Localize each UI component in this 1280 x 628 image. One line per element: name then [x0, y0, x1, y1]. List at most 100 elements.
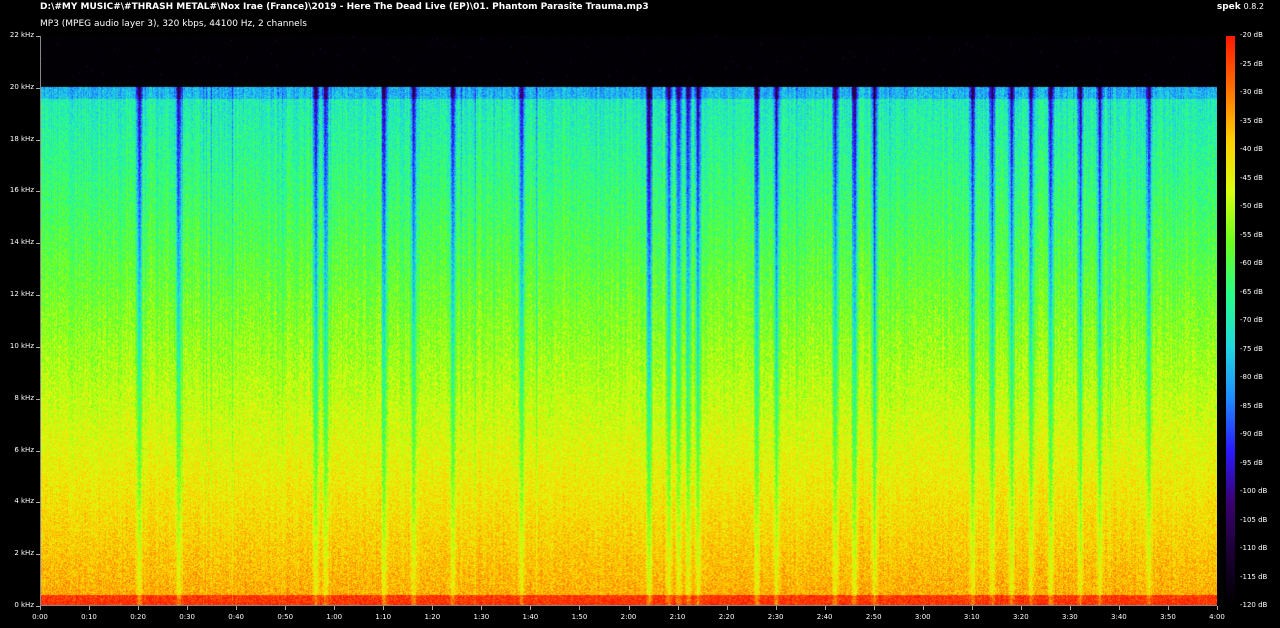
time-tick-label: 1:30 — [473, 613, 490, 621]
time-tick-mark — [1069, 606, 1071, 610]
time-tick-label: 0:40 — [228, 613, 245, 621]
time-tick-label: 2:30 — [767, 613, 784, 621]
time-tick-label: 2:20 — [718, 613, 735, 621]
time-tick-label: 1:50 — [571, 613, 588, 621]
time-tick-mark — [1118, 606, 1120, 610]
time-tick-label: 0:30 — [179, 613, 195, 621]
frequency-tick-mark — [36, 87, 40, 89]
app-version: 0.8.2 — [1243, 2, 1264, 11]
frequency-tick-label: 6 kHz — [14, 445, 34, 454]
frequency-tick-label: 16 kHz — [9, 186, 34, 195]
stream-info: MP3 (MPEG audio layer 3), 320 kbps, 4410… — [40, 19, 307, 29]
time-tick-label: 3:00 — [914, 613, 931, 621]
frequency-tick-mark — [36, 502, 40, 504]
time-tick-mark — [1020, 606, 1022, 610]
file-path-title: D:\#MY MUSIC#\#THRASH METAL#\Nox Irae (F… — [40, 2, 649, 12]
app-brand: spek 0.8.2 — [1217, 2, 1264, 12]
time-tick-mark — [89, 606, 91, 610]
time-tick-mark — [726, 606, 728, 610]
db-tick-label: -30 dB — [1240, 88, 1263, 96]
db-tick-label: -50 dB — [1240, 202, 1263, 210]
db-tick-label: -115 dB — [1240, 572, 1268, 581]
db-tick-label: -75 dB — [1240, 344, 1263, 353]
db-tick-label: -70 dB — [1240, 316, 1263, 324]
frequency-tick-mark — [36, 295, 40, 297]
app-name: spek — [1216, 2, 1241, 12]
time-tick-mark — [1217, 606, 1218, 610]
time-tick-mark — [432, 606, 434, 610]
time-tick-label: 1:20 — [424, 613, 441, 621]
frequency-tick-mark — [36, 346, 40, 348]
frequency-tick-mark — [36, 554, 40, 556]
time-tick-label: 3:10 — [963, 613, 980, 621]
frequency-tick-label: 20 kHz — [9, 82, 34, 91]
frequency-tick-label: 0 kHz — [14, 601, 34, 609]
frequency-tick-label: 12 kHz — [9, 290, 34, 299]
time-tick-label: 4:00 — [1209, 613, 1225, 621]
db-tick-label: -65 dB — [1240, 287, 1263, 296]
time-tick-mark — [138, 606, 140, 610]
time-tick-mark — [334, 606, 336, 610]
db-tick-label: -100 dB — [1240, 487, 1268, 495]
time-tick-mark — [481, 606, 483, 610]
time-tick-label: 0:50 — [277, 613, 294, 621]
frequency-tick-mark — [36, 450, 40, 452]
db-tick-label: -110 dB — [1240, 544, 1268, 552]
db-tick-label: -105 dB — [1240, 515, 1268, 524]
db-tick-label: -25 dB — [1240, 59, 1263, 68]
frequency-tick-label: 14 kHz — [9, 238, 34, 247]
db-tick-label: -120 dB — [1240, 601, 1268, 609]
time-tick-mark — [530, 606, 532, 610]
time-tick-mark — [824, 606, 826, 610]
time-tick-mark — [579, 606, 581, 610]
time-tick-label: 0:10 — [81, 613, 97, 621]
frequency-tick-mark — [36, 36, 40, 37]
time-tick-mark — [873, 606, 875, 610]
time-tick-label: 1:00 — [326, 613, 343, 621]
spectrogram-plot[interactable] — [40, 36, 1217, 606]
db-tick-label: -20 dB — [1240, 31, 1263, 39]
frequency-tick-label: 22 kHz — [9, 31, 34, 39]
frequency-tick-mark — [36, 139, 40, 141]
frequency-tick-label: 4 kHz — [14, 497, 34, 506]
time-tick-mark — [40, 606, 41, 610]
time-tick-label: 2:40 — [816, 613, 833, 621]
frequency-tick-label: 8 kHz — [14, 393, 34, 402]
time-tick-mark — [628, 606, 630, 610]
time-tick-label: 3:50 — [1160, 613, 1176, 621]
time-tick-label: 1:10 — [375, 613, 392, 621]
db-tick-label: -60 dB — [1240, 259, 1263, 267]
time-tick-mark — [971, 606, 973, 610]
time-tick-label: 3:40 — [1111, 613, 1127, 621]
time-tick-label: 2:50 — [865, 613, 882, 621]
time-tick-mark — [285, 606, 287, 610]
time-tick-label: 2:00 — [620, 613, 637, 621]
time-tick-mark — [236, 606, 238, 610]
time-tick-label: 1:40 — [522, 613, 539, 621]
db-color-scale — [1226, 36, 1235, 606]
time-tick-label: 3:20 — [1012, 613, 1029, 621]
time-tick-mark — [922, 606, 924, 610]
db-tick-label: -55 dB — [1240, 230, 1263, 239]
frequency-tick-mark — [36, 191, 40, 193]
db-tick-label: -35 dB — [1240, 116, 1263, 125]
frequency-tick-label: 10 kHz — [9, 341, 34, 350]
time-tick-mark — [383, 606, 385, 610]
db-tick-label: -90 dB — [1240, 430, 1263, 438]
time-tick-label: 0:00 — [32, 613, 48, 621]
time-tick-label: 3:30 — [1062, 613, 1078, 621]
db-tick-label: -95 dB — [1240, 458, 1263, 467]
time-tick-mark — [677, 606, 679, 610]
time-tick-mark — [775, 606, 777, 610]
db-tick-label: -80 dB — [1240, 373, 1263, 381]
frequency-tick-mark — [36, 398, 40, 400]
db-tick-label: -40 dB — [1240, 145, 1263, 153]
db-tick-label: -45 dB — [1240, 173, 1263, 182]
time-tick-mark — [1167, 606, 1169, 610]
time-tick-mark — [187, 606, 189, 610]
time-tick-label: 2:10 — [669, 613, 686, 621]
db-tick-label: -85 dB — [1240, 401, 1263, 410]
frequency-tick-label: 18 kHz — [9, 134, 34, 143]
time-tick-label: 0:20 — [130, 613, 146, 621]
frequency-tick-mark — [36, 243, 40, 245]
